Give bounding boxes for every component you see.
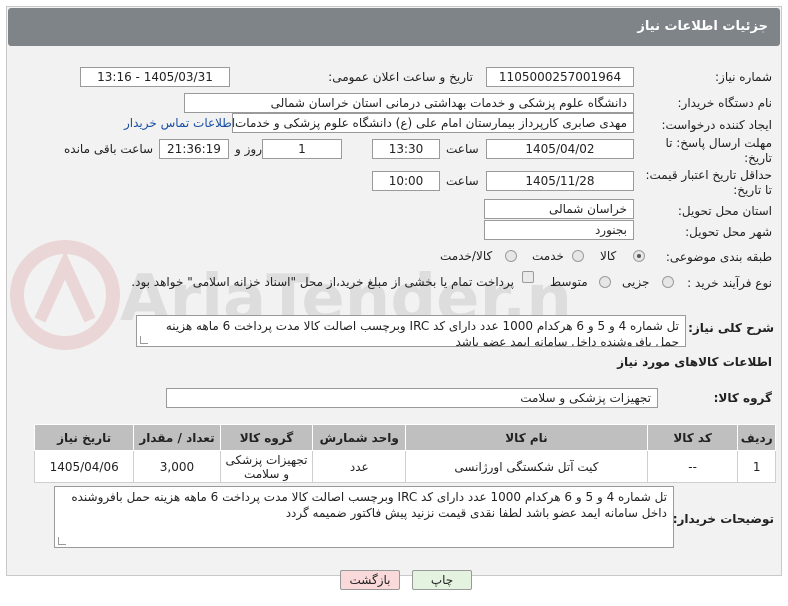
resize-handle-icon[interactable] xyxy=(140,336,148,344)
col-date: تاریخ نیاز xyxy=(33,424,135,451)
cell-code: -- xyxy=(646,450,739,483)
col-code: کد کالا xyxy=(646,424,739,451)
validity-time-label: ساعت xyxy=(446,174,479,188)
process-radio-medium[interactable] xyxy=(599,276,611,288)
category-option-goods: کالا xyxy=(600,249,617,263)
goods-group-label: گروه کالا: xyxy=(713,391,772,405)
buyer-notes-label: توضیحات خریدار: xyxy=(672,512,774,526)
cell-unit: عدد xyxy=(312,450,407,483)
validity-time-field: 10:00 xyxy=(372,171,440,191)
goods-group-field: تجهیزات پزشکی و سلامت xyxy=(166,388,658,408)
buyer-notes-textarea[interactable]: تل شماره 4 و 5 و 6 هرکدام 1000 عدد دارای… xyxy=(54,486,674,548)
cell-row: 1 xyxy=(737,450,776,483)
col-row: ردیف xyxy=(737,424,776,451)
goods-info-title: اطلاعات کالاهای مورد نیاز xyxy=(617,355,772,369)
deadline-time-label: ساعت xyxy=(446,142,479,156)
announce-label: تاریخ و ساعت اعلان عمومی: xyxy=(328,70,473,84)
process-option-minor: جزیی xyxy=(622,275,650,289)
page-title: جزئیات اطلاعات نیاز xyxy=(8,8,780,46)
contact-buyer-link[interactable]: اطلاعات تماس خریدار xyxy=(124,116,235,130)
validity-date-field: 1405/11/28 xyxy=(486,171,634,191)
cell-group: تجهیزات پزشکی و سلامت xyxy=(219,450,314,483)
category-radio-goods[interactable] xyxy=(633,250,645,262)
description-textarea[interactable]: تل شماره 4 و 5 و 6 هرکدام 1000 عدد دارای… xyxy=(136,315,686,347)
city-label: شهر محل تحویل: xyxy=(685,225,772,239)
remaining-time-field: 21:36:19 xyxy=(159,139,229,159)
table-row: 1 -- کیت آتل شکستگی اورژانسی عدد تجهیزات… xyxy=(33,450,776,483)
col-unit: واحد شمارش xyxy=(312,424,407,451)
buyer-org-label: نام دستگاه خریدار: xyxy=(677,96,773,110)
cell-date: 1405/04/06 xyxy=(33,450,135,483)
requester-label: ایجاد کننده درخواست: xyxy=(661,118,772,132)
process-label: نوع فرآیند خرید : xyxy=(687,276,772,290)
category-label: طبقه بندی موضوعی: xyxy=(665,250,772,264)
print-button[interactable]: چاپ xyxy=(412,570,472,590)
category-radio-service[interactable] xyxy=(572,250,584,262)
validity-label: حداقل تاریخ اعتبار قیمت: xyxy=(645,168,772,182)
col-name: نام کالا xyxy=(405,424,648,451)
validity-label-date: تا تاریخ: xyxy=(733,183,772,197)
need-number-field: 1105000257001964 xyxy=(486,67,634,87)
buyer-org-field: دانشگاه علوم پزشکی و خدمات بهداشتی درمان… xyxy=(184,93,634,113)
need-number-label: شماره نیاز: xyxy=(715,70,772,84)
announce-field: 1405/03/31 - 13:16 xyxy=(80,67,230,87)
deadline-label-date: تاریخ: xyxy=(744,151,772,165)
items-table: ردیف کد کالا نام کالا واحد شمارش گروه کا… xyxy=(33,424,776,483)
process-option-medium: متوسط xyxy=(550,275,588,289)
province-label: استان محل تحویل: xyxy=(677,204,772,218)
deadline-date-field: 1405/04/02 xyxy=(486,139,634,159)
description-label: شرح کلی نیاز: xyxy=(688,321,774,335)
treasury-checkbox[interactable] xyxy=(522,271,534,283)
remaining-label: ساعت باقی مانده xyxy=(64,142,154,156)
days-label: روز و xyxy=(235,142,262,156)
days-field: 1 xyxy=(262,139,342,159)
city-field: بجنورد xyxy=(484,220,634,240)
description-text: تل شماره 4 و 5 و 6 هرکدام 1000 عدد دارای… xyxy=(165,319,679,347)
table-header-row: ردیف کد کالا نام کالا واحد شمارش گروه کا… xyxy=(33,424,776,451)
cell-name: کیت آتل شکستگی اورژانسی xyxy=(405,450,648,483)
category-option-both: کالا/خدمت xyxy=(440,249,493,263)
category-radio-both[interactable] xyxy=(505,250,517,262)
col-group: گروه کالا xyxy=(219,424,314,451)
process-radio-minor[interactable] xyxy=(662,276,674,288)
deadline-label: مهلت ارسال پاسخ: تا xyxy=(665,136,772,150)
back-button[interactable]: بازگشت xyxy=(340,570,400,590)
province-field: خراسان شمالی xyxy=(484,199,634,219)
payment-note: پرداخت تمام یا بخشی از مبلغ خرید،از محل … xyxy=(131,275,514,289)
col-qty: تعداد / مقدار xyxy=(133,424,221,451)
requester-field: مهدی صابری کارپرداز بیمارستان امام علی (… xyxy=(232,113,634,133)
buyer-notes-text: تل شماره 4 و 5 و 6 هرکدام 1000 عدد دارای… xyxy=(71,490,667,520)
cell-qty: 3,000 xyxy=(133,450,221,483)
deadline-time-field: 13:30 xyxy=(372,139,440,159)
category-option-service: خدمت xyxy=(532,249,564,263)
resize-handle-icon[interactable] xyxy=(58,537,66,545)
